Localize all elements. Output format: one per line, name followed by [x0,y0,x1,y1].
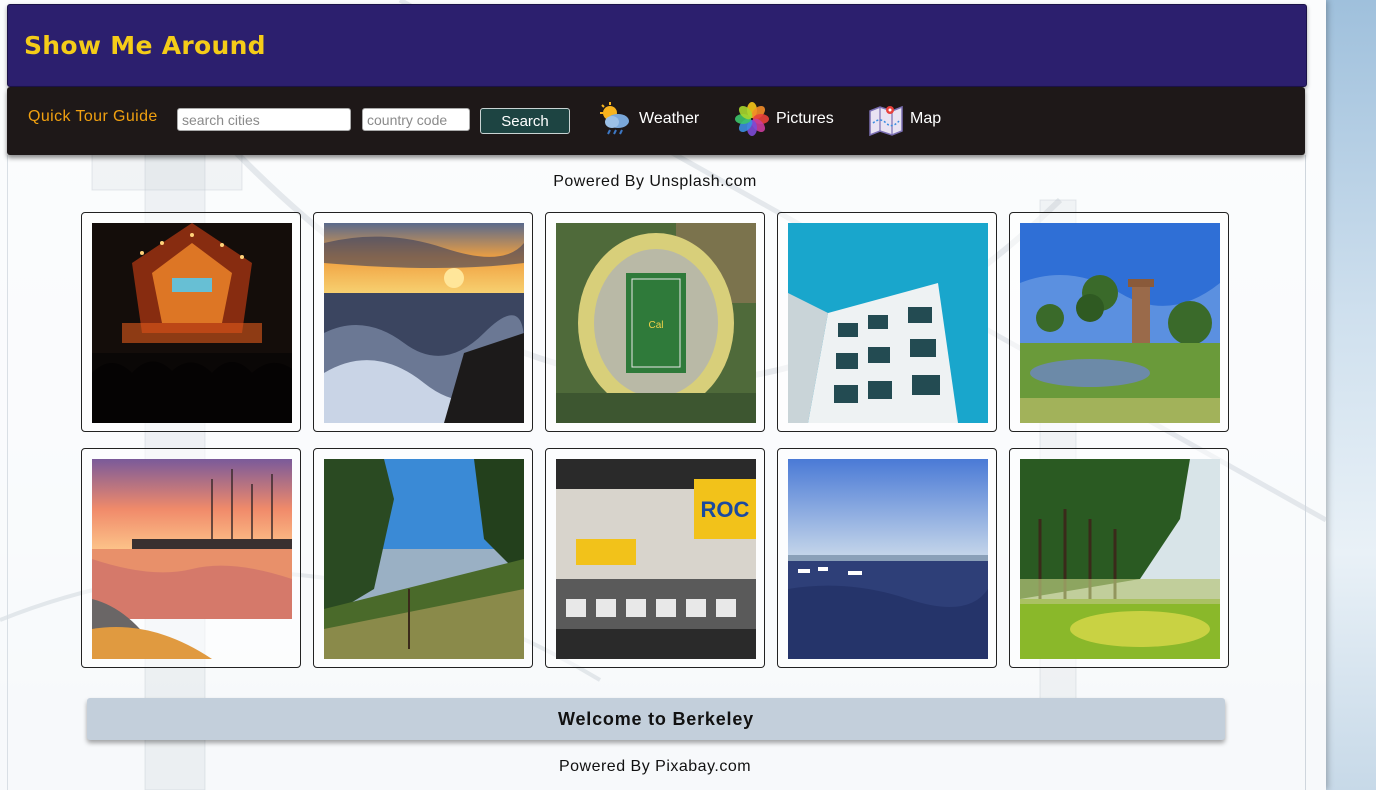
search-button[interactable]: Search [480,108,570,134]
photo-hillside-city-view[interactable] [324,459,524,659]
country-code-input[interactable] [362,108,470,131]
photo-trees-meadow[interactable] [1020,459,1220,659]
photo-card[interactable] [81,448,301,668]
navbar: Quick Tour Guide Search Weather [7,87,1305,155]
photo-card[interactable]: ROC [545,448,765,668]
nav-link-weather-label: Weather [639,110,700,127]
background-sky [1326,0,1376,790]
site-header: Show Me Around [7,4,1307,87]
svg-text:Cal: Cal [648,320,663,331]
photo-card[interactable] [81,212,301,432]
photo-card[interactable] [313,212,533,432]
nav-link-pictures-label: Pictures [776,110,834,127]
welcome-banner: Welcome to Berkeley [87,698,1225,740]
map-icon [868,101,904,137]
photo-record-store-interior[interactable]: ROC [556,459,756,659]
photo-sunset-ocean-waves[interactable] [324,223,524,423]
photo-card[interactable] [313,448,533,668]
content-border-right [1305,155,1306,790]
nav-link-weather[interactable]: Weather [597,101,699,137]
nav-link-pictures[interactable]: Pictures [734,101,834,137]
photo-card[interactable] [1009,448,1229,668]
nav-link-map-label: Map [910,110,942,127]
photo-bay-with-boats[interactable] [788,459,988,659]
page-container: Show Me Around Quick Tour Guide Search W… [0,0,1326,790]
svg-text:ROC: ROC [701,497,750,522]
nav-link-map[interactable]: Map [868,101,941,137]
unsplash-credit: Powered By Unsplash.com [553,173,757,190]
photo-tower-by-pond[interactable] [1020,223,1220,423]
photo-card[interactable] [777,448,997,668]
photo-aerial-stadium[interactable]: Cal [556,223,756,423]
site-title: Show Me Around [24,31,266,60]
photo-white-building-blue-sky[interactable] [788,223,988,423]
pictures-icon [734,101,770,137]
photo-card[interactable] [777,212,997,432]
photo-card[interactable] [1009,212,1229,432]
photo-marina-sunset[interactable] [92,459,292,659]
navbar-brand[interactable]: Quick Tour Guide [28,108,158,126]
photo-card[interactable]: Cal [545,212,765,432]
pixabay-credit: Powered By Pixabay.com [558,758,752,775]
city-search-input[interactable] [177,108,351,131]
photo-concert-stage[interactable] [92,223,292,423]
content-border-left [7,155,8,790]
weather-icon [597,101,633,137]
